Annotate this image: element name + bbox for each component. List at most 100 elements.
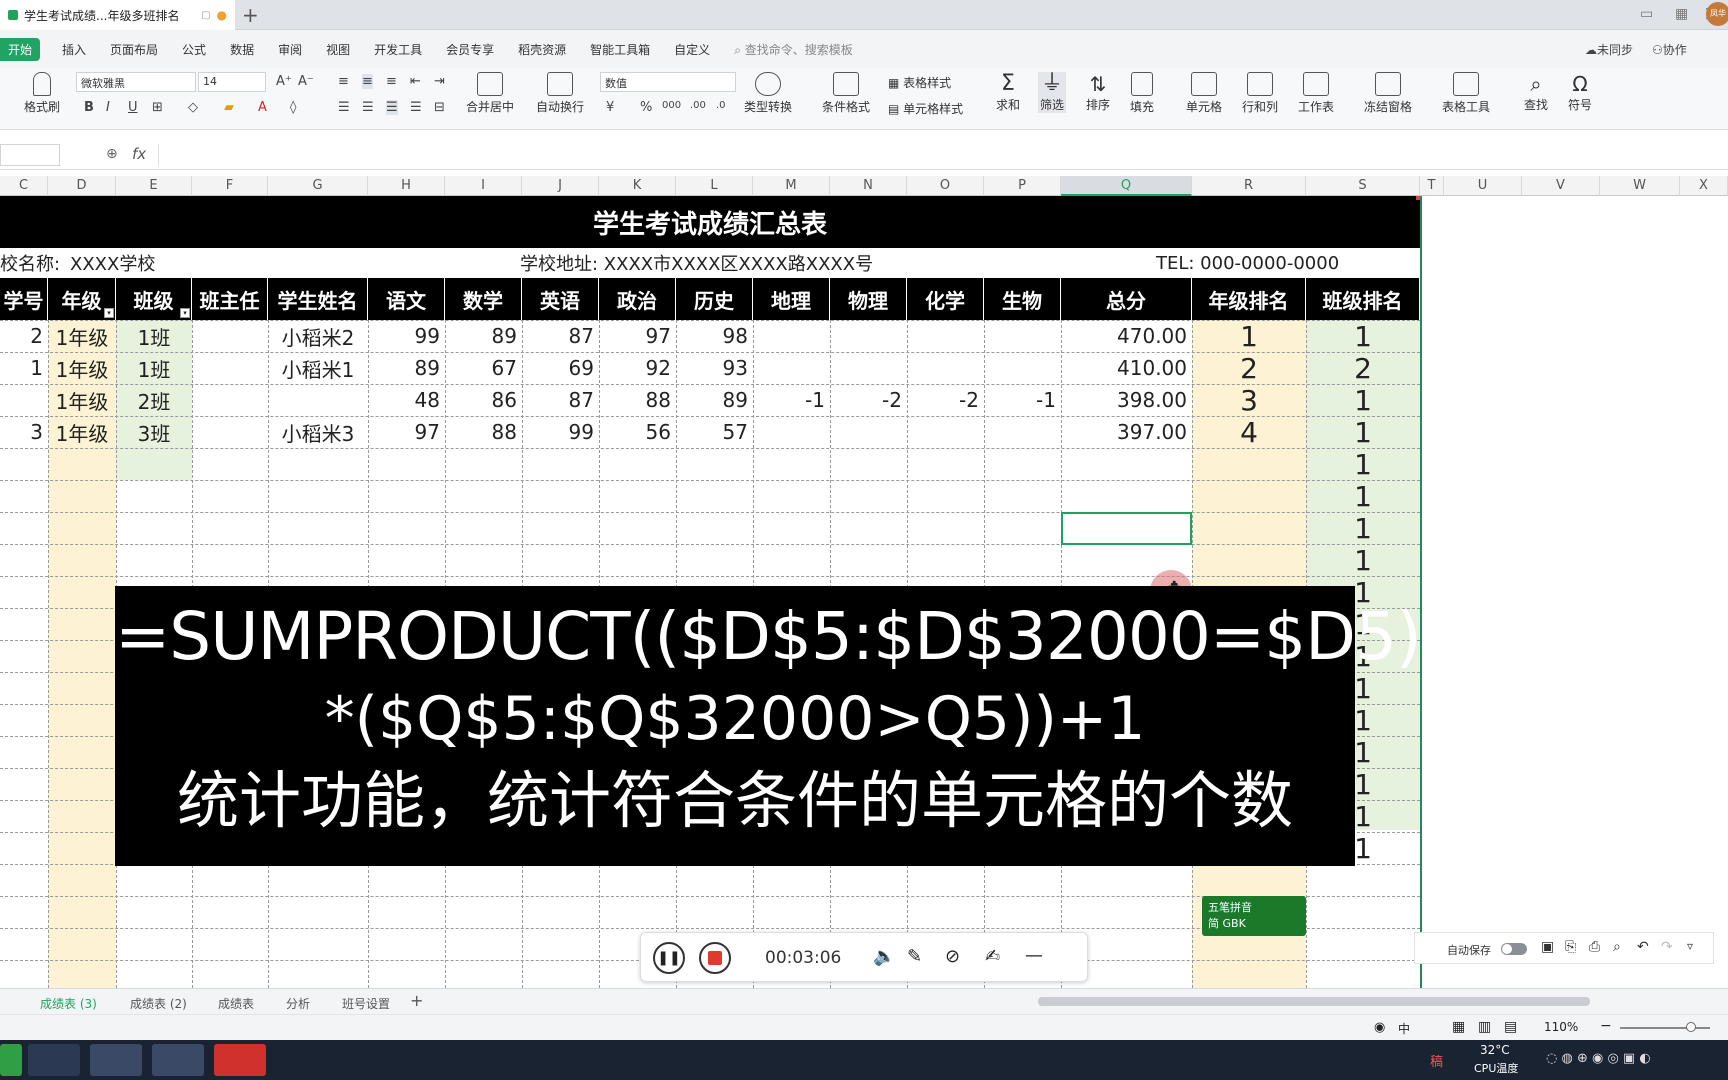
page-break-view-icon[interactable]: ▤ — [1504, 1019, 1517, 1035]
menu-data[interactable]: 数据 — [218, 41, 266, 58]
add-sheet-button[interactable]: + — [410, 991, 423, 1010]
formula-input[interactable] — [158, 144, 1718, 166]
filter-dropdown-icon[interactable]: ▾ — [180, 308, 190, 318]
table-cell[interactable]: 397.00 — [1061, 416, 1192, 448]
table-cell[interactable]: 93 — [676, 352, 753, 384]
table-cell[interactable] — [907, 416, 984, 448]
pause-button[interactable]: ❚❚ — [653, 942, 685, 974]
command-search[interactable]: ⌕ 查找命令、搜索模板 — [722, 41, 865, 58]
table-cell[interactable]: 56 — [599, 416, 676, 448]
menu-developer[interactable]: 开发工具 — [362, 41, 434, 58]
col-header[interactable]: F — [192, 176, 268, 196]
table-style-button[interactable]: ▦ 表格样式 — [888, 74, 951, 91]
redo-icon[interactable]: ↷ — [1661, 939, 1673, 955]
table-cell[interactable]: 88 — [445, 416, 522, 448]
camera-off-icon[interactable]: ⊘ — [945, 946, 960, 967]
table-cell[interactable] — [192, 384, 268, 416]
sheet-tab-active[interactable]: 成绩表 (3) — [40, 995, 97, 1012]
col-header[interactable]: G — [268, 176, 368, 196]
indent-decrease-icon[interactable]: ⇤ — [410, 74, 421, 89]
table-cell[interactable] — [268, 384, 368, 416]
table-cell[interactable]: 1班 — [116, 320, 192, 352]
table-cell[interactable]: 3 — [0, 416, 48, 448]
table-cell[interactable]: 89 — [445, 320, 522, 352]
home-app-icon[interactable] — [90, 1044, 142, 1076]
table-cell[interactable]: 2 — [1192, 352, 1306, 384]
symbol-button[interactable]: Ω 符号 — [1568, 72, 1592, 113]
table-cell[interactable]: 48 — [368, 384, 445, 416]
col-header[interactable]: M — [753, 176, 830, 196]
border-icon[interactable]: ⊞ — [152, 100, 163, 115]
col-header[interactable]: V — [1522, 176, 1600, 196]
wps-icon[interactable] — [214, 1044, 266, 1076]
table-cell[interactable]: 99 — [522, 416, 599, 448]
sheet-tab[interactable]: 成绩表 — [218, 995, 254, 1012]
table-cell[interactable] — [830, 320, 907, 352]
table-cell[interactable]: -1 — [984, 384, 1061, 416]
align-middle-icon[interactable]: ≡ — [362, 74, 373, 89]
class-rank-cell[interactable]: 1 — [1306, 480, 1420, 512]
print-icon[interactable]: ⎙ — [1589, 939, 1600, 955]
zoom-slider-thumb[interactable] — [1686, 1022, 1696, 1032]
col-header[interactable]: W — [1600, 176, 1680, 196]
save-icon[interactable]: ▣ — [1541, 939, 1554, 955]
type-convert-button[interactable]: 类型转换 — [744, 72, 792, 115]
table-cell[interactable] — [984, 320, 1061, 352]
col-header[interactable]: E — [116, 176, 192, 196]
table-cell[interactable]: 89 — [676, 384, 753, 416]
language-indicator[interactable]: 中 — [1398, 1020, 1410, 1037]
mic-icon[interactable]: ✎ — [907, 946, 922, 967]
minimize-icon[interactable]: — — [1025, 945, 1043, 966]
zoom-level[interactable]: 110% — [1544, 1020, 1578, 1034]
table-cell[interactable]: 2 — [0, 320, 48, 352]
cell-style-button[interactable]: ▤ 单元格样式 — [888, 100, 963, 117]
sort-button[interactable]: ⇅ 排序 — [1086, 72, 1110, 113]
table-cell[interactable]: 97 — [368, 416, 445, 448]
distribute-icon[interactable]: ⊟ — [434, 100, 445, 115]
eye-icon[interactable]: ◉ — [1374, 1020, 1385, 1035]
table-cell[interactable]: 86 — [445, 384, 522, 416]
highlight-icon[interactable]: ▰ — [224, 100, 234, 115]
col-header[interactable]: X — [1680, 176, 1728, 196]
bold-icon[interactable]: B — [84, 100, 94, 115]
menu-docer[interactable]: 稻壳资源 — [506, 41, 578, 58]
row-col-button[interactable]: 行和列 — [1242, 72, 1278, 115]
speaker-icon[interactable]: 🔈 — [873, 946, 895, 967]
table-cell[interactable]: 4 — [1192, 416, 1306, 448]
table-cell[interactable]: 89 — [368, 352, 445, 384]
selected-cell[interactable] — [1061, 512, 1192, 545]
menu-start[interactable]: 开始 — [0, 37, 41, 61]
table-cell[interactable]: 88 — [599, 384, 676, 416]
table-cell[interactable]: 小稻米1 — [268, 352, 368, 384]
table-cell[interactable]: 1 — [1306, 416, 1420, 448]
table-cell[interactable]: 69 — [522, 352, 599, 384]
table-cell[interactable] — [830, 352, 907, 384]
col-header[interactable]: I — [445, 176, 522, 196]
table-cell[interactable]: 1班 — [116, 352, 192, 384]
conditional-format-button[interactable]: 条件格式 — [822, 72, 870, 115]
number-format-select[interactable]: 数值 — [600, 72, 736, 92]
align-center-icon[interactable]: ☰ — [362, 100, 374, 115]
table-cell[interactable]: 1年级 — [48, 320, 116, 352]
class-rank-cell[interactable]: 1 — [1306, 448, 1420, 480]
menu-review[interactable]: 审阅 — [266, 41, 314, 58]
input-method-icon[interactable]: 稿 — [1430, 1051, 1443, 1070]
col-header[interactable]: D — [48, 176, 116, 196]
zoom-slider[interactable] — [1620, 1027, 1710, 1029]
table-cell[interactable] — [753, 320, 830, 352]
table-cell[interactable]: 2班 — [116, 384, 192, 416]
cell-button[interactable]: 单元格 — [1186, 72, 1222, 115]
table-cell[interactable]: 398.00 — [1061, 384, 1192, 416]
table-cell[interactable]: 410.00 — [1061, 352, 1192, 384]
font-grow-icon[interactable]: A⁺ — [276, 74, 292, 89]
file-explorer-icon[interactable] — [152, 1044, 204, 1076]
table-cell[interactable]: 470.00 — [1061, 320, 1192, 352]
fill-button[interactable]: 填充 — [1130, 72, 1154, 115]
indent-increase-icon[interactable]: ⇥ — [434, 74, 445, 89]
table-cell[interactable]: 99 — [368, 320, 445, 352]
table-cell[interactable]: 98 — [676, 320, 753, 352]
document-tab[interactable]: 学生考试成绩...年级多班排名 ▢ ● — [0, 0, 235, 30]
tray-icons[interactable]: ◌ ◍ ⊕ ◉ ◎ ▣ ◐ — [1546, 1051, 1651, 1066]
new-tab-button[interactable]: + — [242, 3, 259, 27]
col-header[interactable]: O — [907, 176, 984, 196]
